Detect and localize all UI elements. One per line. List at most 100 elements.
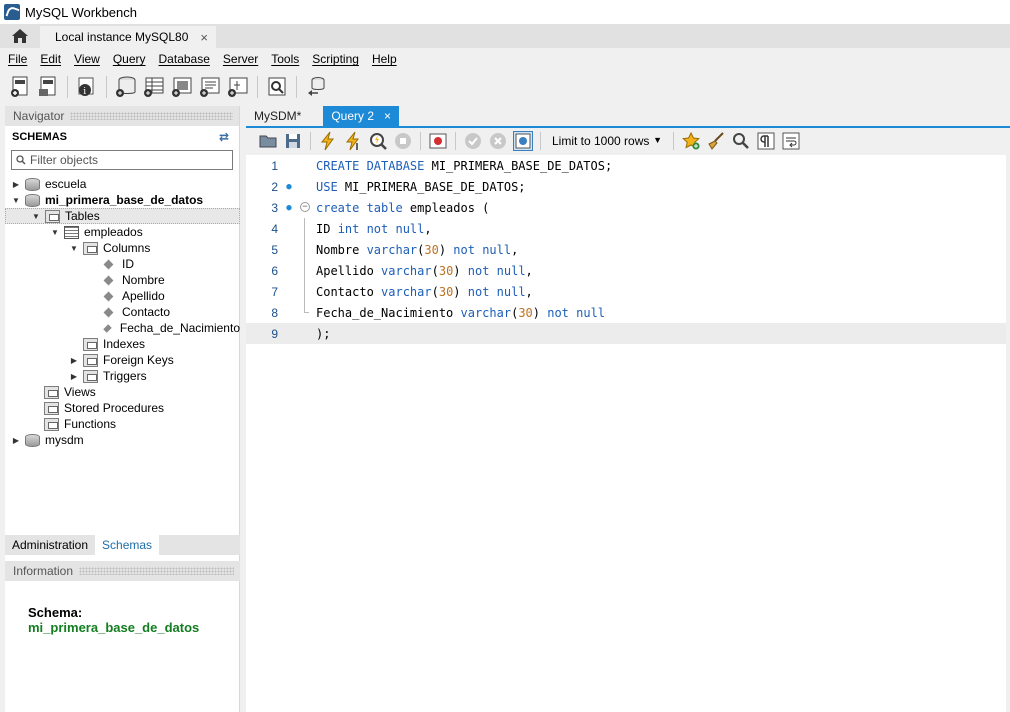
code-text: create table empleados (: [316, 201, 489, 215]
tree-node-column[interactable]: Nombre: [5, 272, 240, 288]
tree-node-stored-procedures[interactable]: Stored Procedures: [5, 400, 240, 416]
code-line[interactable]: 3 ● − create table empleados (: [246, 197, 1006, 218]
save-button[interactable]: [283, 131, 303, 151]
connection-tab[interactable]: Local instance MySQL80 ×: [40, 26, 216, 48]
tree-node-triggers[interactable]: ▶ Triggers: [5, 368, 240, 384]
tree-node-escuela[interactable]: ▶ escuela: [5, 176, 240, 192]
menu-edit[interactable]: Edit: [35, 52, 69, 66]
code-line[interactable]: 9);: [246, 323, 1006, 344]
expand-arrow-icon[interactable]: ▶: [69, 355, 79, 365]
open-file-button[interactable]: [258, 131, 278, 151]
toggle-continue-on-error-button[interactable]: [428, 131, 448, 151]
tree-node-mi-primera-base-de-datos[interactable]: ▼ mi_primera_base_de_datos: [5, 192, 240, 208]
toolbar-separator: [67, 76, 68, 98]
commit-button[interactable]: [463, 131, 483, 151]
statement-marker-icon: ●: [286, 181, 292, 192]
rollback-button[interactable]: [488, 131, 508, 151]
collapse-arrow-icon[interactable]: ▼: [69, 243, 79, 253]
tree-node-label: Stored Procedures: [64, 401, 165, 415]
tree-node-columns[interactable]: ▼ Columns: [5, 240, 240, 256]
code-line[interactable]: 1 CREATE DATABASE MI_PRIMERA_BASE_DE_DATO…: [246, 155, 1006, 176]
tree-node-label: mysdm: [45, 433, 84, 447]
toggle-word-wrap-button[interactable]: [781, 131, 801, 151]
tree-node-column[interactable]: Fecha_de_Nacimiento: [5, 320, 240, 336]
tree-node-views[interactable]: Views: [5, 384, 240, 400]
stop-button[interactable]: [393, 131, 413, 151]
menu-server[interactable]: Server: [218, 52, 266, 66]
menu-file[interactable]: File: [3, 52, 35, 66]
tab-schemas[interactable]: Schemas: [95, 535, 160, 555]
tree-node-mysdm[interactable]: ▶ mysdm: [5, 432, 240, 448]
limit-rows-select[interactable]: Limit to 1000 rows ▼: [548, 131, 666, 151]
expand-arrow-icon[interactable]: ▶: [69, 371, 79, 381]
menu-view[interactable]: View: [69, 52, 108, 66]
schemas-header: SCHEMAS ⇄: [5, 126, 239, 148]
sql-editor-toolbar: Limit to 1000 rows ▼: [246, 128, 1010, 154]
tree-node-label: Views: [64, 385, 96, 399]
fold-guide-line: [304, 260, 305, 281]
tree-node-empleados[interactable]: ▼ empleados: [5, 224, 240, 240]
filter-objects-input[interactable]: [30, 153, 220, 167]
create-procedure-button[interactable]: [198, 75, 222, 99]
title-bar: MySQL Workbench: [0, 0, 1010, 24]
tab-mysdm[interactable]: MySDM*: [246, 106, 309, 126]
reconnect-button[interactable]: [304, 75, 328, 99]
collapse-arrow-icon[interactable]: ▼: [31, 211, 41, 221]
execute-current-button[interactable]: [343, 131, 363, 151]
tree-node-label: Functions: [64, 417, 117, 431]
sql-token: (: [431, 263, 439, 278]
menu-scripting[interactable]: Scripting: [307, 52, 367, 66]
new-sql-tab-button[interactable]: [8, 75, 32, 99]
close-tab-button[interactable]: ×: [384, 109, 391, 123]
code-line[interactable]: 2 ● USE MI_PRIMERA_BASE_DE_DATOS;: [246, 176, 1006, 197]
toggle-invisibles-button[interactable]: [756, 131, 776, 151]
collapse-arrow-icon[interactable]: ▼: [50, 227, 60, 237]
toggle-autocommit-button[interactable]: [513, 131, 533, 151]
search-table-data-button[interactable]: [265, 75, 289, 99]
tree-node-functions[interactable]: Functions: [5, 416, 240, 432]
add-snippet-button[interactable]: [681, 131, 701, 151]
code-text: Apellido varchar(30) not null,: [316, 264, 533, 278]
information-body: Schema: mi_primera_base_de_datos: [28, 605, 199, 635]
code-line[interactable]: 8 Fecha_de_Nacimiento varchar(30) not nul…: [246, 302, 1006, 323]
collapse-arrow-icon[interactable]: ▼: [11, 195, 21, 205]
sql-keyword: int not null: [337, 221, 425, 236]
expand-arrow-icon[interactable]: ▶: [11, 179, 21, 189]
menu-tools[interactable]: Tools: [266, 52, 307, 66]
home-button[interactable]: [0, 24, 40, 48]
menu-query[interactable]: Query: [108, 52, 154, 66]
fold-toggle[interactable]: −: [296, 197, 316, 218]
explain-button[interactable]: [368, 131, 388, 151]
tree-node-column[interactable]: Apellido: [5, 288, 240, 304]
menu-help[interactable]: Help: [367, 52, 405, 66]
tree-node-foreign-keys[interactable]: ▶ Foreign Keys: [5, 352, 240, 368]
tree-node-column[interactable]: Contacto: [5, 304, 240, 320]
tree-node-column[interactable]: ID: [5, 256, 240, 272]
limit-rows-value: Limit to 1000 rows: [552, 134, 650, 148]
create-schema-button[interactable]: [114, 75, 138, 99]
refresh-schemas-icon[interactable]: ⇄: [219, 130, 229, 144]
sql-editor[interactable]: 1 CREATE DATABASE MI_PRIMERA_BASE_DE_DATO…: [246, 155, 1006, 712]
tree-node-tables[interactable]: ▼ Tables: [5, 208, 240, 224]
tab-administration[interactable]: Administration: [5, 535, 95, 555]
procedures-folder-icon: [44, 401, 59, 415]
menu-database[interactable]: Database: [154, 52, 218, 66]
code-line[interactable]: 7 Contacto varchar(30) not null,: [246, 281, 1006, 302]
tab-query-2[interactable]: Query 2 ×: [323, 106, 400, 126]
code-line[interactable]: 6 Apellido varchar(30) not null,: [246, 260, 1006, 281]
code-line[interactable]: 5 Nombre varchar(30) not null,: [246, 239, 1006, 260]
tree-node-label: Indexes: [103, 337, 146, 351]
create-function-button[interactable]: [226, 75, 250, 99]
open-sql-script-button[interactable]: [36, 75, 60, 99]
expand-arrow-icon[interactable]: ▶: [11, 435, 21, 445]
inspector-button[interactable]: i: [75, 75, 99, 99]
line-number: 9: [271, 326, 278, 341]
create-view-button[interactable]: [170, 75, 194, 99]
code-line[interactable]: 4 ID int not null,: [246, 218, 1006, 239]
tree-node-indexes[interactable]: Indexes: [5, 336, 240, 352]
connection-tab-close-button[interactable]: ×: [200, 30, 208, 45]
execute-button[interactable]: [318, 131, 338, 151]
find-replace-button[interactable]: [731, 131, 751, 151]
create-table-button[interactable]: [142, 75, 166, 99]
beautify-button[interactable]: [706, 131, 726, 151]
